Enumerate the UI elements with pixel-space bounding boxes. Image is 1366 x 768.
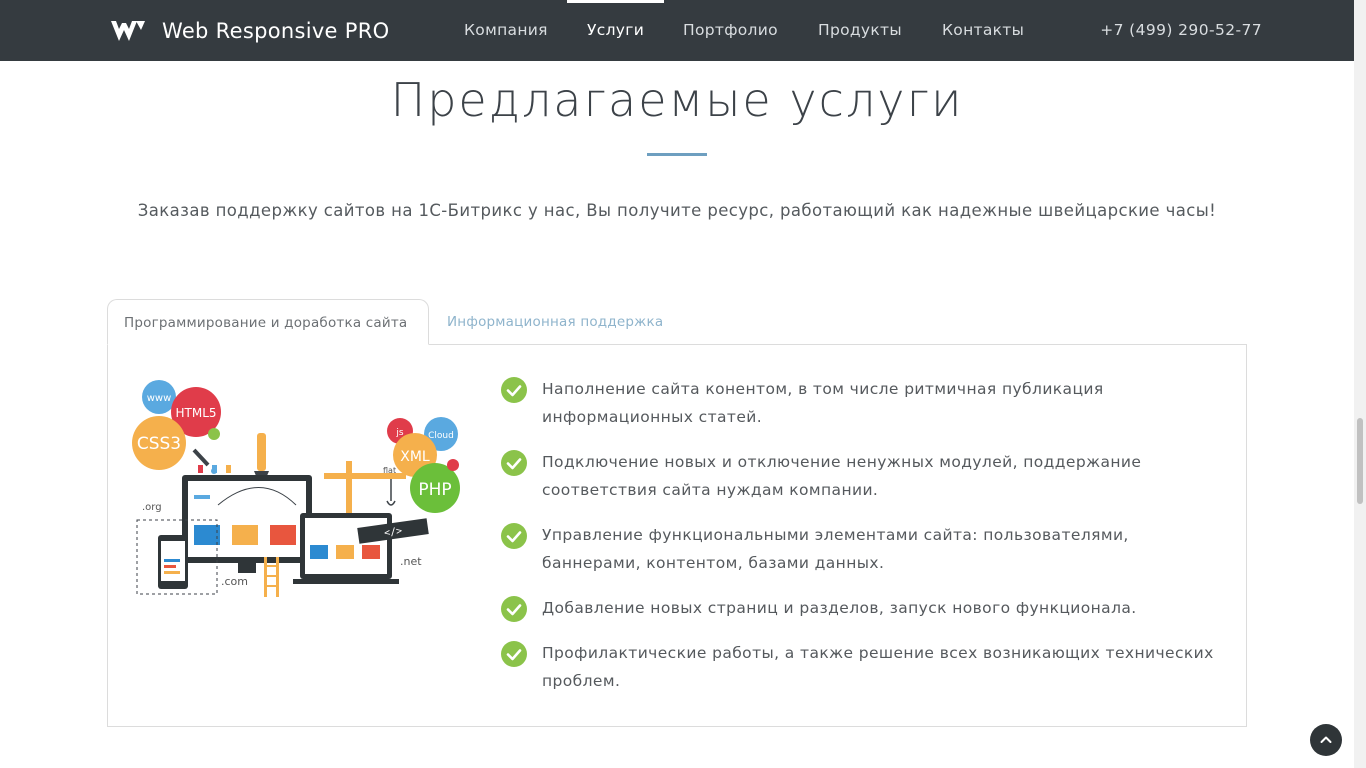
eyedropper-icon [192, 448, 210, 467]
tab-info-support[interactable]: Информационная поддержка [447, 299, 663, 345]
check-circle-icon [501, 523, 527, 549]
label-html5: HTML5 [175, 406, 216, 420]
crane-icon [324, 473, 406, 479]
list-item: Управление функциональными элементами са… [501, 521, 1221, 577]
check-circle-icon [501, 641, 527, 667]
brand[interactable]: Web Responsive PRO [110, 17, 389, 45]
page-title: Предлагаемые услуги [390, 73, 964, 127]
feature-text: Профилактические работы, а также решение… [542, 644, 1214, 690]
check-circle-icon [501, 450, 527, 476]
brand-name: Web Responsive PRO [162, 19, 390, 43]
phone-link[interactable]: +7 (499) 290-52-77 [1100, 0, 1262, 61]
label-js: js [395, 428, 404, 438]
list-item: Наполнение сайта конентом, в том числе р… [501, 375, 1221, 431]
list-item: Профилактические работы, а также решение… [501, 639, 1221, 695]
label-xml: XML [400, 449, 430, 465]
check-circle-icon [501, 596, 527, 622]
label-com: .com [221, 575, 248, 588]
nav-item-services[interactable]: Услуги [566, 0, 665, 61]
tab-panel: www HTML5 CSS3 js Cloud XML PHP flat </>… [107, 344, 1247, 727]
feature-text: Добавление новых страниц и разделов, зап… [542, 599, 1137, 617]
list-item: Добавление новых страниц и разделов, зап… [501, 594, 1221, 622]
scrollbar[interactable] [1354, 0, 1366, 768]
title-underline [647, 153, 707, 156]
pen-tool-icon [257, 433, 266, 471]
web-development-illustration: www HTML5 CSS3 js Cloud XML PHP flat </>… [132, 380, 460, 597]
label-org: .org [142, 502, 162, 513]
label-cloud: Cloud [428, 431, 454, 441]
tab-programming[interactable]: Программирование и доработка сайта [107, 299, 429, 345]
label-css3: CSS3 [137, 434, 181, 454]
dot-red [447, 459, 459, 471]
features-list: Наполнение сайта конентом, в том числе р… [501, 375, 1221, 712]
top-navbar: Web Responsive PRO Компания Услуги Портф… [0, 0, 1354, 61]
list-item: Подключение новых и отключение ненужных … [501, 448, 1221, 504]
nav-item-contacts[interactable]: Контакты [942, 0, 1024, 61]
label-php: PHP [418, 480, 451, 500]
scrollbar-thumb[interactable] [1357, 418, 1363, 504]
lead-text: Заказав поддержку сайтов на 1С-Битрикс у… [137, 201, 1217, 220]
dot-green [208, 428, 220, 440]
nav-item-company[interactable]: Компания [464, 0, 548, 61]
feature-text: Управление функциональными элементами са… [542, 526, 1129, 572]
nav-item-portfolio[interactable]: Портфолио [683, 0, 778, 61]
w-logo-icon [111, 21, 145, 41]
check-circle-icon [501, 377, 527, 403]
scroll-to-top-button[interactable] [1310, 724, 1342, 756]
chevron-up-icon [1320, 736, 1332, 743]
label-net: .net [400, 555, 422, 568]
feature-text: Наполнение сайта конентом, в том числе р… [542, 380, 1104, 426]
feature-text: Подключение новых и отключение ненужных … [542, 453, 1142, 499]
label-www: www [147, 393, 172, 404]
nav-item-products[interactable]: Продукты [818, 0, 902, 61]
